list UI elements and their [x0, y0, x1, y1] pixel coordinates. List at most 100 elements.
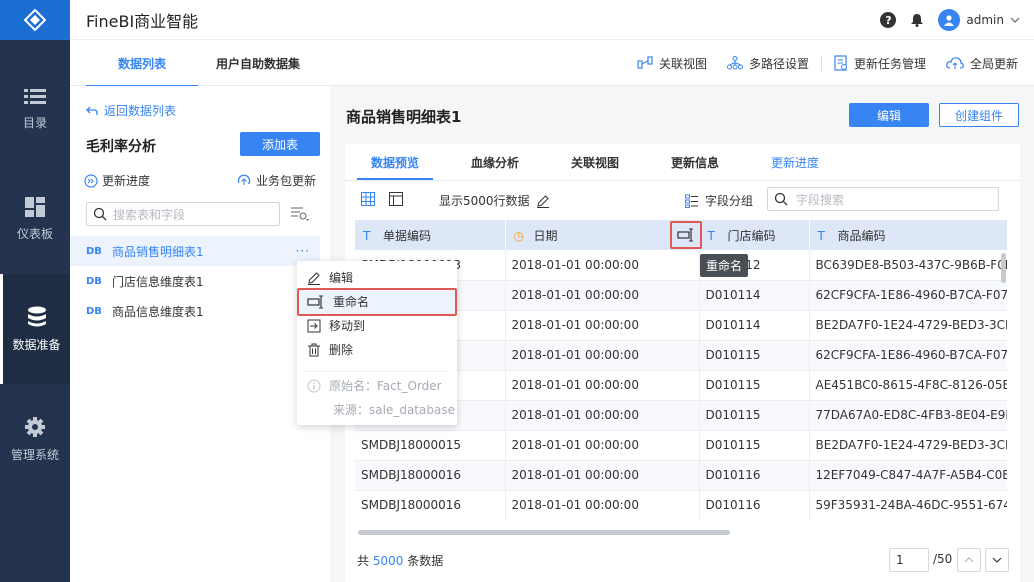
show-rows-setting[interactable]: 显示5000行数据: [439, 192, 550, 209]
field-search-input[interactable]: 字段搜索: [767, 187, 999, 211]
prev-page-button[interactable]: [957, 548, 981, 572]
rail-item-data-prep[interactable]: 数据准备: [0, 274, 70, 384]
table-row: SMDBJ18000016 2018-01-01 00:00:00 D010116 1…: [355, 460, 1007, 491]
tool-label: 多路径设置: [748, 56, 809, 71]
cell: 62CF9CFA-1E86-4960-B7CA-F07: [809, 280, 1007, 311]
tab-update-info[interactable]: 更新信息: [657, 144, 733, 180]
search-icon: [93, 207, 107, 221]
database-icon: [27, 306, 46, 326]
filter-list-icon[interactable]: [290, 206, 310, 222]
edit-button[interactable]: 编辑: [849, 103, 929, 127]
tool-label: 关联视图: [658, 56, 707, 71]
bell-icon[interactable]: [910, 13, 924, 27]
rename-field-button[interactable]: [670, 221, 702, 249]
rail-item-catalog[interactable]: 目录: [0, 54, 70, 164]
update-progress-label: 更新进度: [102, 174, 151, 188]
logo[interactable]: [0, 0, 70, 40]
menu-item-delete[interactable]: 删除: [307, 341, 353, 358]
table-name: 商品信息维度表1: [111, 304, 204, 319]
table-name: 商品销售明细表1: [111, 244, 204, 259]
page-total: /50: [933, 552, 953, 566]
page-input[interactable]: 1: [889, 548, 929, 572]
table-item[interactable]: DB 门店信息维度表1: [70, 266, 320, 296]
update-task-button[interactable]: 更新任务管理: [834, 55, 926, 72]
tab-label: 更新进度: [770, 155, 819, 170]
app-title: FineBI商业智能: [86, 11, 199, 31]
tab-self-service-dataset[interactable]: 用户自助数据集: [200, 40, 316, 86]
column-name: 门店编码: [727, 228, 776, 243]
task-icon: [834, 55, 847, 71]
cell: 59F35931-24BA-46DC-9551-6744: [809, 490, 1007, 520]
original-name-text: 原始名：Fact_Order: [329, 379, 442, 393]
cell: 2018-01-01 00:00:00: [505, 460, 700, 491]
relation-view-button[interactable]: 关联视图: [637, 55, 707, 72]
update-progress-link[interactable]: 更新进度: [84, 172, 150, 189]
total-prefix: 共: [357, 554, 370, 568]
avatar: [938, 9, 961, 31]
search-placeholder: 搜索表和字段: [113, 207, 186, 222]
table-context-menu: 编辑 重命名 移动到 删除 原始名：Fact_Order 来源：sale_dat…: [297, 261, 457, 425]
next-page-button[interactable]: [985, 548, 1009, 572]
column-name: 单据编码: [383, 228, 432, 243]
table-title: 商品销售明细表1: [346, 108, 462, 126]
search-icon: [774, 192, 788, 206]
cell: 2018-01-01 00:00:00: [505, 250, 700, 281]
text-type-icon: T: [707, 228, 715, 243]
cell: D010115: [699, 430, 810, 461]
toolbar: 关联视图 多路径设置 更新任务管理 全局更新: [617, 40, 1018, 86]
menu-item-rename[interactable]: 重命名: [307, 293, 369, 310]
table-item[interactable]: DB 商品销售明细表1 ···: [70, 236, 320, 266]
help-icon[interactable]: ?: [880, 12, 897, 28]
field-group-button[interactable]: 字段分组: [685, 192, 753, 209]
grid-view-icon[interactable]: [361, 192, 375, 206]
total-count: 5000: [372, 554, 404, 568]
rail-item-admin[interactable]: 管理系统: [0, 384, 70, 494]
cell: 62CF9CFA-1E86-4960-B7CA-F07: [809, 340, 1007, 371]
row-count: 共 5000 条数据: [357, 552, 443, 569]
menu-item-edit[interactable]: 编辑: [307, 269, 353, 286]
more-icon[interactable]: ···: [296, 244, 310, 258]
db-icon: DB: [86, 305, 102, 317]
column-header[interactable]: T 门店编码: [699, 220, 810, 250]
field-group-icon: [685, 194, 698, 208]
menu-label: 重命名: [333, 295, 370, 309]
create-component-button[interactable]: 创建组件: [939, 103, 1019, 127]
package-title: 毛利率分析: [86, 139, 156, 155]
tab-relation-view[interactable]: 关联视图: [557, 144, 633, 180]
column-header[interactable]: T 商品编码: [809, 220, 1007, 250]
rail-item-dashboard[interactable]: 仪表板: [0, 164, 70, 274]
tab-lineage[interactable]: 血缘分析: [457, 144, 533, 180]
divider: [820, 55, 822, 71]
clock-icon: ◷: [513, 228, 524, 243]
menu-label: 移动到: [329, 319, 366, 333]
refresh-icon: [237, 174, 251, 185]
tab-data-preview[interactable]: 数据预览: [357, 144, 433, 180]
cell: 77DA67A0-ED8C-4FB3-8E04-E9E: [809, 400, 1007, 431]
tab-label: 更新信息: [670, 155, 719, 170]
divider: [345, 180, 1020, 181]
vertical-scrollbar[interactable]: [1001, 253, 1006, 283]
package-update-link[interactable]: 业务包更新: [236, 172, 316, 189]
menu-item-move[interactable]: 移动到: [307, 317, 365, 334]
cell: D010115: [699, 400, 810, 431]
table-search-input[interactable]: 搜索表和字段: [86, 202, 280, 226]
back-to-list-link[interactable]: 返回数据列表: [86, 102, 176, 119]
tab-update-progress[interactable]: 更新进度: [757, 144, 833, 180]
trash-icon: [308, 343, 320, 356]
add-table-button[interactable]: 添加表: [240, 132, 320, 156]
global-update-button[interactable]: 全局更新: [946, 55, 1018, 72]
horizontal-scrollbar[interactable]: [358, 530, 730, 535]
rename-icon: [677, 228, 693, 242]
user-menu[interactable]: admin: [938, 9, 1020, 31]
preview-toolbar: 显示5000行数据 字段分组 字段搜索: [345, 184, 1020, 214]
username: admin: [966, 13, 1004, 27]
tab-data-list[interactable]: 数据列表: [86, 40, 198, 87]
tab-label: 血缘分析: [470, 155, 519, 170]
multi-path-button[interactable]: 多路径设置: [726, 55, 809, 72]
tool-label: 全局更新: [969, 56, 1018, 71]
column-header[interactable]: T 单据编码: [355, 220, 506, 250]
detail-view-icon[interactable]: [389, 192, 403, 206]
table-name: 门店信息维度表1: [111, 274, 204, 289]
table-item[interactable]: DB 商品信息维度表1: [70, 296, 320, 326]
chevron-down-icon: [992, 557, 1002, 563]
